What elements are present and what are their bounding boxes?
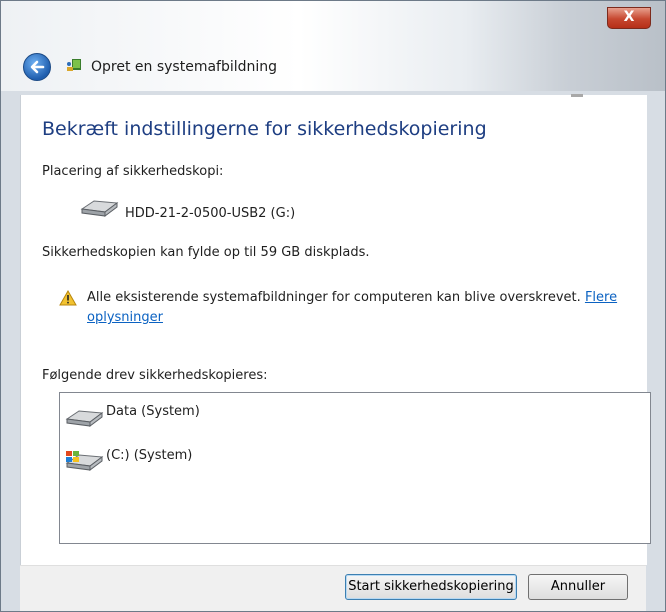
- drives-label: Følgende drev sikkerhedskopieres:: [42, 368, 268, 383]
- page-heading: Bekræft indstillingerne for sikkerhedsko…: [42, 118, 487, 140]
- dialog-window: X Opret en systemafbildning Bekræft inds…: [0, 0, 666, 612]
- more-info-link[interactable]: oplysninger: [87, 310, 163, 325]
- list-item[interactable]: Data (System): [62, 401, 622, 429]
- external-drive-icon: [80, 200, 119, 217]
- back-button[interactable]: [23, 53, 51, 81]
- drives-list[interactable]: Data (System) (C:) (System): [59, 392, 651, 544]
- more-info-link-part1[interactable]: Flere: [585, 290, 617, 305]
- start-backup-button[interactable]: Start sikkerhedskopiering: [345, 574, 517, 600]
- location-label: Placering af sikkerhedskopi:: [42, 164, 224, 179]
- warning-icon: [59, 290, 77, 306]
- back-arrow-icon: [30, 60, 45, 74]
- hard-drive-icon: [65, 410, 104, 427]
- resize-grip: [571, 94, 583, 97]
- space-info: Sikkerhedskopien kan fylde op til 59 GB …: [42, 245, 370, 260]
- warning-text: Alle eksisterende systemafbildninger for…: [87, 290, 617, 305]
- close-button[interactable]: X: [607, 7, 651, 29]
- close-icon: X: [623, 9, 635, 25]
- warning-message: Alle eksisterende systemafbildninger for…: [87, 290, 581, 305]
- location-drive-name: HDD-21-2-0500-USB2 (G:): [125, 206, 296, 221]
- drive-name: Data (System): [106, 404, 200, 419]
- drive-name: (C:) (System): [106, 448, 193, 463]
- list-item[interactable]: (C:) (System): [62, 445, 622, 473]
- warning-link-wrap: oplysninger: [87, 310, 163, 325]
- title-bar: [1, 1, 665, 91]
- window-title: Opret en systemafbildning: [91, 59, 278, 75]
- backup-app-icon: [67, 59, 81, 71]
- cancel-button[interactable]: Annuller: [528, 574, 628, 600]
- windows-drive-icon: [65, 451, 104, 471]
